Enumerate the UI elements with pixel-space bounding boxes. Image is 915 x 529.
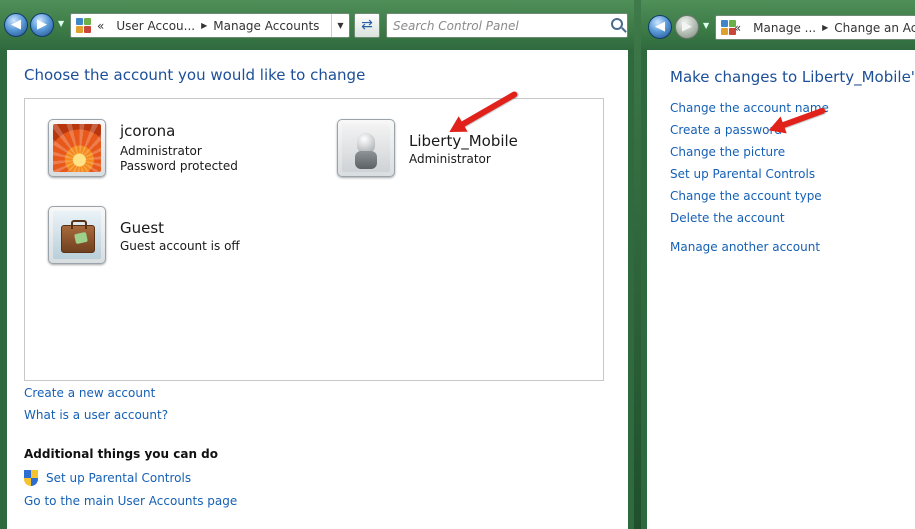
orange-flower-picture [53, 124, 101, 172]
parental-controls-link[interactable]: Set up Parental Controls [46, 471, 191, 485]
account-type: Administrator [120, 144, 202, 158]
what-is-user-account-link[interactable]: What is a user account? [24, 408, 168, 422]
recent-pages-dropdown-icon[interactable]: ▼ [58, 19, 67, 28]
create-new-account-link[interactable]: Create a new account [24, 386, 155, 400]
account-name: Liberty_Mobile [409, 132, 518, 150]
account-type: Administrator [409, 152, 491, 166]
search-icon[interactable] [611, 18, 623, 30]
window-separator [634, 0, 641, 529]
account-picture [48, 206, 106, 264]
change-account-type-link[interactable]: Change the account type [670, 189, 822, 203]
main-user-accounts-link[interactable]: Go to the main User Accounts page [24, 494, 237, 508]
address-bar[interactable]: « User Accou... ▶ Manage Accounts ▼ [70, 13, 350, 38]
manage-another-account-link[interactable]: Manage another account [670, 240, 820, 254]
account-name: jcorona [120, 122, 176, 140]
breadcrumb-manage-accounts[interactable]: Manage Accounts [213, 19, 319, 33]
robot-picture [342, 124, 390, 172]
breadcrumb-change-account[interactable]: Change an Acc [834, 21, 915, 35]
back-button[interactable]: ◀ [4, 13, 28, 37]
back-button[interactable]: ◀ [648, 15, 672, 39]
account-name: Guest [120, 219, 165, 237]
manage-accounts-window: ◀ ▶ ▼ « User Accou... ▶ Manage Accounts … [0, 0, 634, 529]
change-account-window: ◀ ▶ ▼ « Manage ... ▶ Change an Acc Make … [641, 0, 915, 529]
search-input[interactable] [393, 15, 593, 36]
search-box[interactable] [386, 13, 628, 38]
uac-shield-icon [24, 470, 38, 486]
address-bar[interactable]: « Manage ... ▶ Change an Acc [715, 15, 915, 40]
address-overflow[interactable]: « [97, 19, 104, 33]
main-pane: Choose the account you would like to cha… [7, 50, 628, 529]
parental-controls-link[interactable]: Set up Parental Controls [670, 167, 815, 181]
chevron-right-icon[interactable]: ▶ [201, 21, 207, 30]
delete-account-link[interactable]: Delete the account [670, 211, 785, 225]
account-status: Guest account is off [120, 239, 240, 253]
chevron-right-icon[interactable]: ▶ [822, 23, 828, 32]
navigation-bar: ◀ ▶ ▼ « User Accou... ▶ Manage Accounts … [0, 0, 634, 50]
additional-things-heading: Additional things you can do [24, 447, 219, 461]
account-list: jcorona Administrator Password protected… [24, 98, 604, 381]
breadcrumb-manage[interactable]: Manage ... [753, 21, 816, 35]
control-panel-icon [76, 17, 92, 34]
page-title: Choose the account you would like to cha… [24, 66, 366, 84]
suitcase-picture [53, 211, 101, 259]
account-picture [337, 119, 395, 177]
breadcrumb-user-accounts[interactable]: User Accou... [116, 19, 195, 33]
refresh-button[interactable]: ⇄ [354, 13, 380, 38]
control-panel-icon [721, 19, 736, 36]
forward-button[interactable]: ▶ [30, 13, 54, 37]
forward-button: ▶ [675, 15, 699, 39]
account-status: Password protected [120, 159, 238, 173]
change-picture-link[interactable]: Change the picture [670, 145, 785, 159]
account-picture [48, 119, 106, 177]
account-tile-jcorona[interactable]: jcorona Administrator Password protected [48, 119, 278, 179]
create-password-link[interactable]: Create a password [670, 123, 782, 137]
navigation-bar: ◀ ▶ ▼ « Manage ... ▶ Change an Acc [641, 0, 915, 50]
recent-pages-dropdown-icon[interactable]: ▼ [703, 21, 712, 30]
page-title: Make changes to Liberty_Mobile's a [670, 68, 915, 86]
account-tile-guest[interactable]: Guest Guest account is off [48, 206, 278, 266]
address-dropdown-icon[interactable]: ▼ [331, 14, 349, 37]
